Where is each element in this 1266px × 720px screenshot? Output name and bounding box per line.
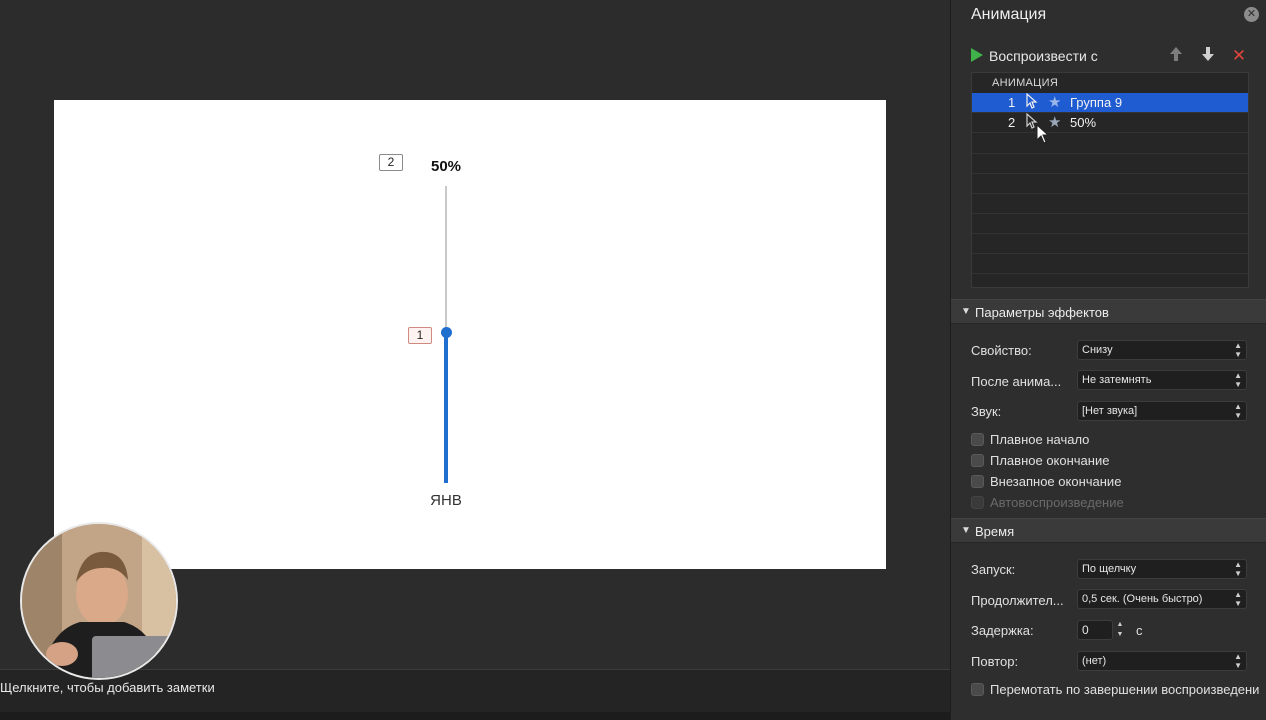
- animation-list-item[interactable]: 2 ★ 50%: [972, 112, 1248, 133]
- month-label[interactable]: ЯНВ: [416, 492, 476, 509]
- slide-editor: 2 50% 1 ЯНВ Щелкните, чтобы добавить зам…: [0, 0, 950, 720]
- smooth-start-label[interactable]: Плавное начало: [990, 432, 1089, 447]
- move-up-icon[interactable]: [1167, 46, 1185, 66]
- list-divider: [972, 273, 1248, 274]
- webcam-person-image: [22, 524, 176, 678]
- bounce-end-label[interactable]: Внезапное окончание: [990, 474, 1121, 489]
- timing-section-header[interactable]: ▼ Время: [951, 518, 1266, 543]
- bounce-end-checkbox-row[interactable]: Внезапное окончание: [971, 474, 1261, 492]
- start-select[interactable]: По щелчку ▲ ▼: [1077, 559, 1247, 579]
- progress-fill[interactable]: [444, 333, 448, 483]
- rewind-label[interactable]: Перемотать по завершении воспроизведени: [990, 682, 1259, 697]
- animation-list-item[interactable]: 1 ★ Группа 9: [972, 92, 1248, 113]
- delay-label: Задержка:: [971, 623, 1034, 638]
- effect-options-title[interactable]: Параметры эффектов: [975, 305, 1109, 320]
- duration-select[interactable]: 0,5 сек. (Очень быстро) ▲ ▼: [1077, 589, 1247, 609]
- delay-stepper-icon[interactable]: ▲ ▼: [1115, 620, 1125, 640]
- auto-reverse-label: Автовоспроизведение: [990, 495, 1124, 510]
- progress-percent-label[interactable]: 50%: [426, 158, 466, 175]
- slide-canvas[interactable]: 2 50% 1 ЯНВ: [54, 100, 886, 569]
- delay-input[interactable]: 0: [1077, 620, 1113, 640]
- on-click-trigger-icon: [1026, 92, 1038, 112]
- play-icon[interactable]: [971, 48, 983, 62]
- bounce-end-checkbox[interactable]: [971, 475, 984, 488]
- effect-options-section-header[interactable]: ▼ Параметры эффектов: [951, 299, 1266, 324]
- progress-track: [445, 186, 447, 333]
- list-divider: [972, 173, 1248, 174]
- delete-animation-icon[interactable]: ✕: [1230, 46, 1248, 66]
- select-chevron-icon: ▲ ▼: [1234, 652, 1242, 670]
- animation-item-label: Группа 9: [1070, 95, 1123, 110]
- list-divider: [972, 213, 1248, 214]
- select-chevron-icon: ▲ ▼: [1234, 402, 1242, 420]
- pane-title: Анимация: [971, 6, 1047, 23]
- select-chevron-icon: ▲ ▼: [1234, 590, 1242, 608]
- start-label: Запуск:: [971, 562, 1016, 577]
- mouse-pointer-icon: [1036, 123, 1050, 149]
- repeat-label: Повтор:: [971, 654, 1019, 669]
- delay-unit: с: [1136, 623, 1143, 638]
- animation-order-tag-2[interactable]: 2: [379, 154, 403, 171]
- disclosure-triangle-icon[interactable]: ▼: [961, 525, 971, 536]
- list-divider: [972, 253, 1248, 254]
- app-window: 2 50% 1 ЯНВ Щелкните, чтобы добавить зам…: [0, 0, 1266, 720]
- auto-reverse-checkbox: [971, 496, 984, 509]
- after-animation-select[interactable]: Не затемнять ▲ ▼: [1077, 370, 1247, 390]
- start-select-value: По щелчку: [1082, 563, 1137, 575]
- rewind-checkbox-row[interactable]: Перемотать по завершении воспроизведени: [971, 682, 1261, 700]
- emphasis-star-icon: ★: [1048, 114, 1062, 131]
- repeat-select[interactable]: (нет) ▲ ▼: [1077, 651, 1247, 671]
- after-animation-label: После анима...: [971, 374, 1062, 389]
- play-from-button[interactable]: Воспроизвести с: [989, 48, 1098, 64]
- sound-select[interactable]: [Нет звука] ▲ ▼: [1077, 401, 1247, 421]
- list-divider: [972, 193, 1248, 194]
- repeat-select-value: (нет): [1082, 655, 1107, 667]
- timing-title[interactable]: Время: [975, 524, 1014, 539]
- property-select-value: Снизу: [1082, 344, 1113, 356]
- select-chevron-icon: ▲ ▼: [1234, 371, 1242, 389]
- smooth-end-label[interactable]: Плавное окончание: [990, 453, 1109, 468]
- progress-knob: [441, 327, 452, 338]
- disclosure-triangle-icon[interactable]: ▼: [961, 306, 971, 317]
- select-chevron-icon: ▲ ▼: [1234, 341, 1242, 359]
- rewind-checkbox[interactable]: [971, 683, 984, 696]
- select-chevron-icon: ▲ ▼: [1234, 560, 1242, 578]
- after-animation-value: Не затемнять: [1082, 374, 1152, 386]
- smooth-end-checkbox-row[interactable]: Плавное окончание: [971, 453, 1261, 471]
- property-label: Свойство:: [971, 343, 1032, 358]
- auto-reverse-checkbox-row: Автовоспроизведение: [971, 495, 1261, 513]
- duration-label: Продолжител...: [971, 593, 1064, 608]
- animation-pane: Анимация ✕ Воспроизвести с ✕ АНИМАЦИЯ 1 …: [950, 0, 1266, 720]
- sound-label: Звук:: [971, 404, 1002, 419]
- duration-select-value: 0,5 сек. (Очень быстро): [1082, 593, 1203, 605]
- animation-order-tag-1[interactable]: 1: [408, 327, 432, 344]
- play-from-row: Воспроизвести с ✕: [971, 46, 1251, 66]
- smooth-end-checkbox[interactable]: [971, 454, 984, 467]
- property-select[interactable]: Снизу ▲ ▼: [1077, 340, 1247, 360]
- animation-list[interactable]: АНИМАЦИЯ 1 ★ Группа 9 2 ★ 50%: [971, 72, 1249, 288]
- move-down-icon[interactable]: [1199, 46, 1217, 66]
- emphasis-star-icon: ★: [1048, 94, 1062, 111]
- close-icon[interactable]: ✕: [1244, 7, 1259, 22]
- smooth-start-checkbox[interactable]: [971, 433, 984, 446]
- sound-select-value: [Нет звука]: [1082, 405, 1138, 417]
- animation-item-label: 50%: [1070, 115, 1097, 130]
- animation-order-number: 2: [1008, 115, 1016, 130]
- smooth-start-checkbox-row[interactable]: Плавное начало: [971, 432, 1261, 450]
- animation-list-header: АНИМАЦИЯ: [992, 77, 1059, 89]
- list-divider: [972, 233, 1248, 234]
- notes-placeholder[interactable]: Щелкните, чтобы добавить заметки: [0, 680, 215, 695]
- webcam-overlay: [20, 522, 178, 680]
- animation-order-number: 1: [1008, 95, 1016, 110]
- list-divider: [972, 153, 1248, 154]
